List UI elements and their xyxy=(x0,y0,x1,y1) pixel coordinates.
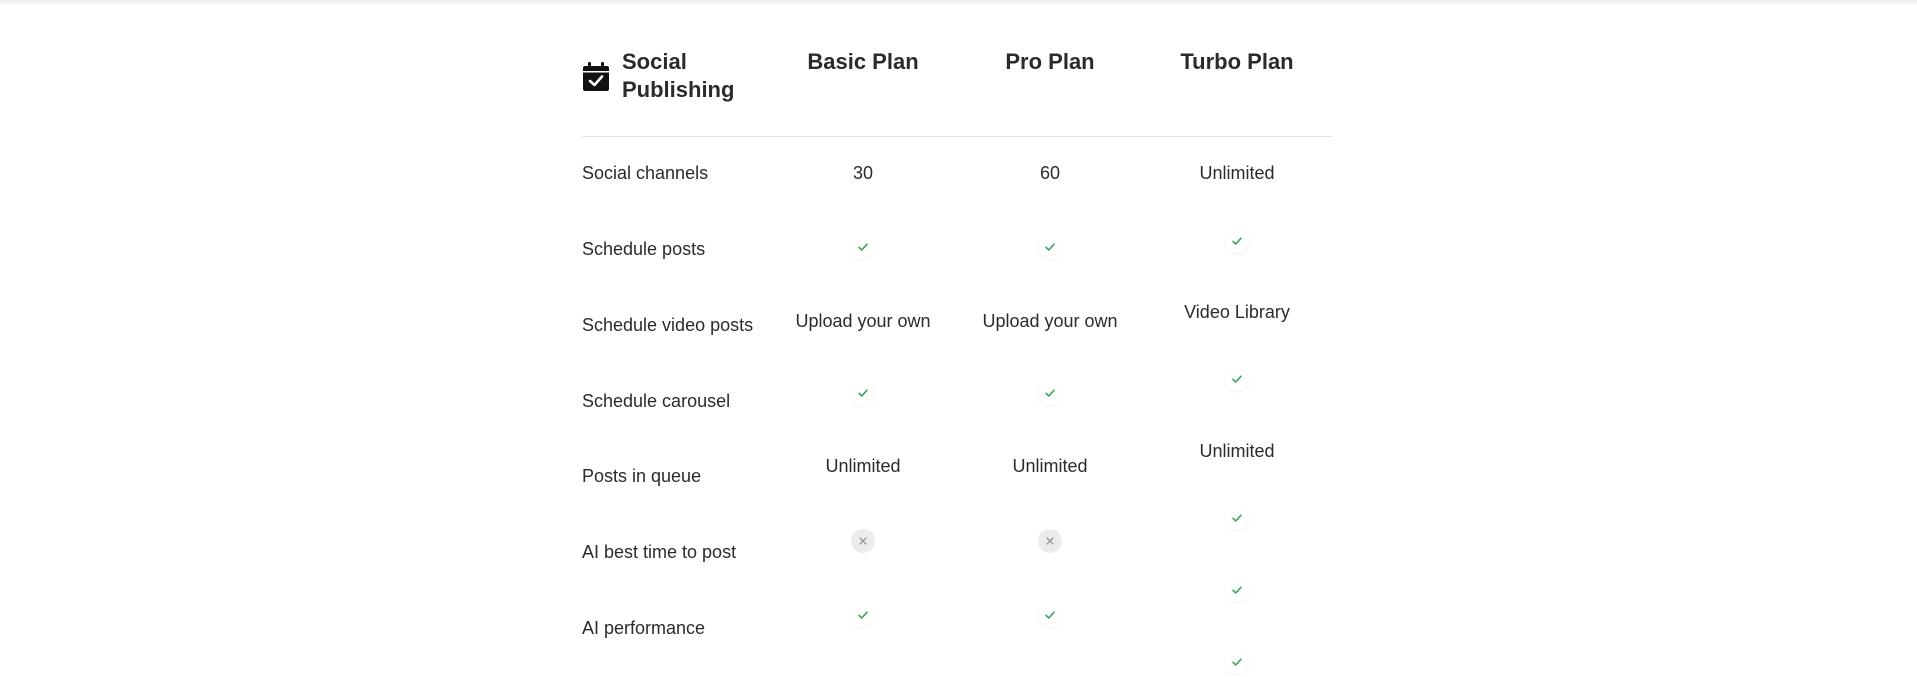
check-icon xyxy=(1225,229,1249,253)
check-icon xyxy=(851,603,875,627)
cross-icon xyxy=(1038,529,1062,553)
feature-label: Posts in queue xyxy=(582,466,702,486)
plan-header-basic: Basic Plan xyxy=(807,49,919,74)
check-icon xyxy=(1038,235,1062,259)
feature-label: Schedule posts xyxy=(582,239,706,259)
cell-turbo: Unlimited xyxy=(1199,441,1275,461)
check-icon xyxy=(1225,367,1249,391)
cell-pro: 60 xyxy=(1039,163,1061,183)
check-icon xyxy=(1225,650,1249,674)
check-icon xyxy=(851,235,875,259)
cell-pro: Unlimited xyxy=(1012,456,1088,476)
plan-header-pro: Pro Plan xyxy=(1005,49,1095,74)
check-icon xyxy=(851,381,875,405)
plan-header-turbo: Turbo Plan xyxy=(1180,49,1294,74)
check-icon xyxy=(1038,603,1062,627)
cell-turbo: Video Library xyxy=(1184,302,1290,322)
check-icon xyxy=(1225,578,1249,602)
cell-pro: Upload your own xyxy=(982,311,1118,331)
cross-icon xyxy=(851,529,875,553)
pricing-comparison-table: Social Publishing Basic Plan Pro Plan Tu… xyxy=(582,0,1332,677)
section-title: Social Publishing xyxy=(622,49,735,102)
feature-label: Social channels xyxy=(582,163,709,183)
check-icon xyxy=(1038,381,1062,405)
section-header: Social Publishing xyxy=(582,48,752,104)
cell-basic: Upload your own xyxy=(795,311,931,331)
feature-label: AI best time to post xyxy=(582,542,737,562)
feature-label: Schedule carousel xyxy=(582,391,731,411)
header-divider xyxy=(582,136,1332,137)
cell-basic: 30 xyxy=(852,163,874,183)
cell-basic: Unlimited xyxy=(825,456,901,476)
feature-label: Schedule video posts xyxy=(582,315,754,335)
check-icon xyxy=(1225,506,1249,530)
cell-turbo: Unlimited xyxy=(1199,163,1275,183)
feature-label: AI performance xyxy=(582,618,706,638)
calendar-check-icon xyxy=(582,62,610,92)
